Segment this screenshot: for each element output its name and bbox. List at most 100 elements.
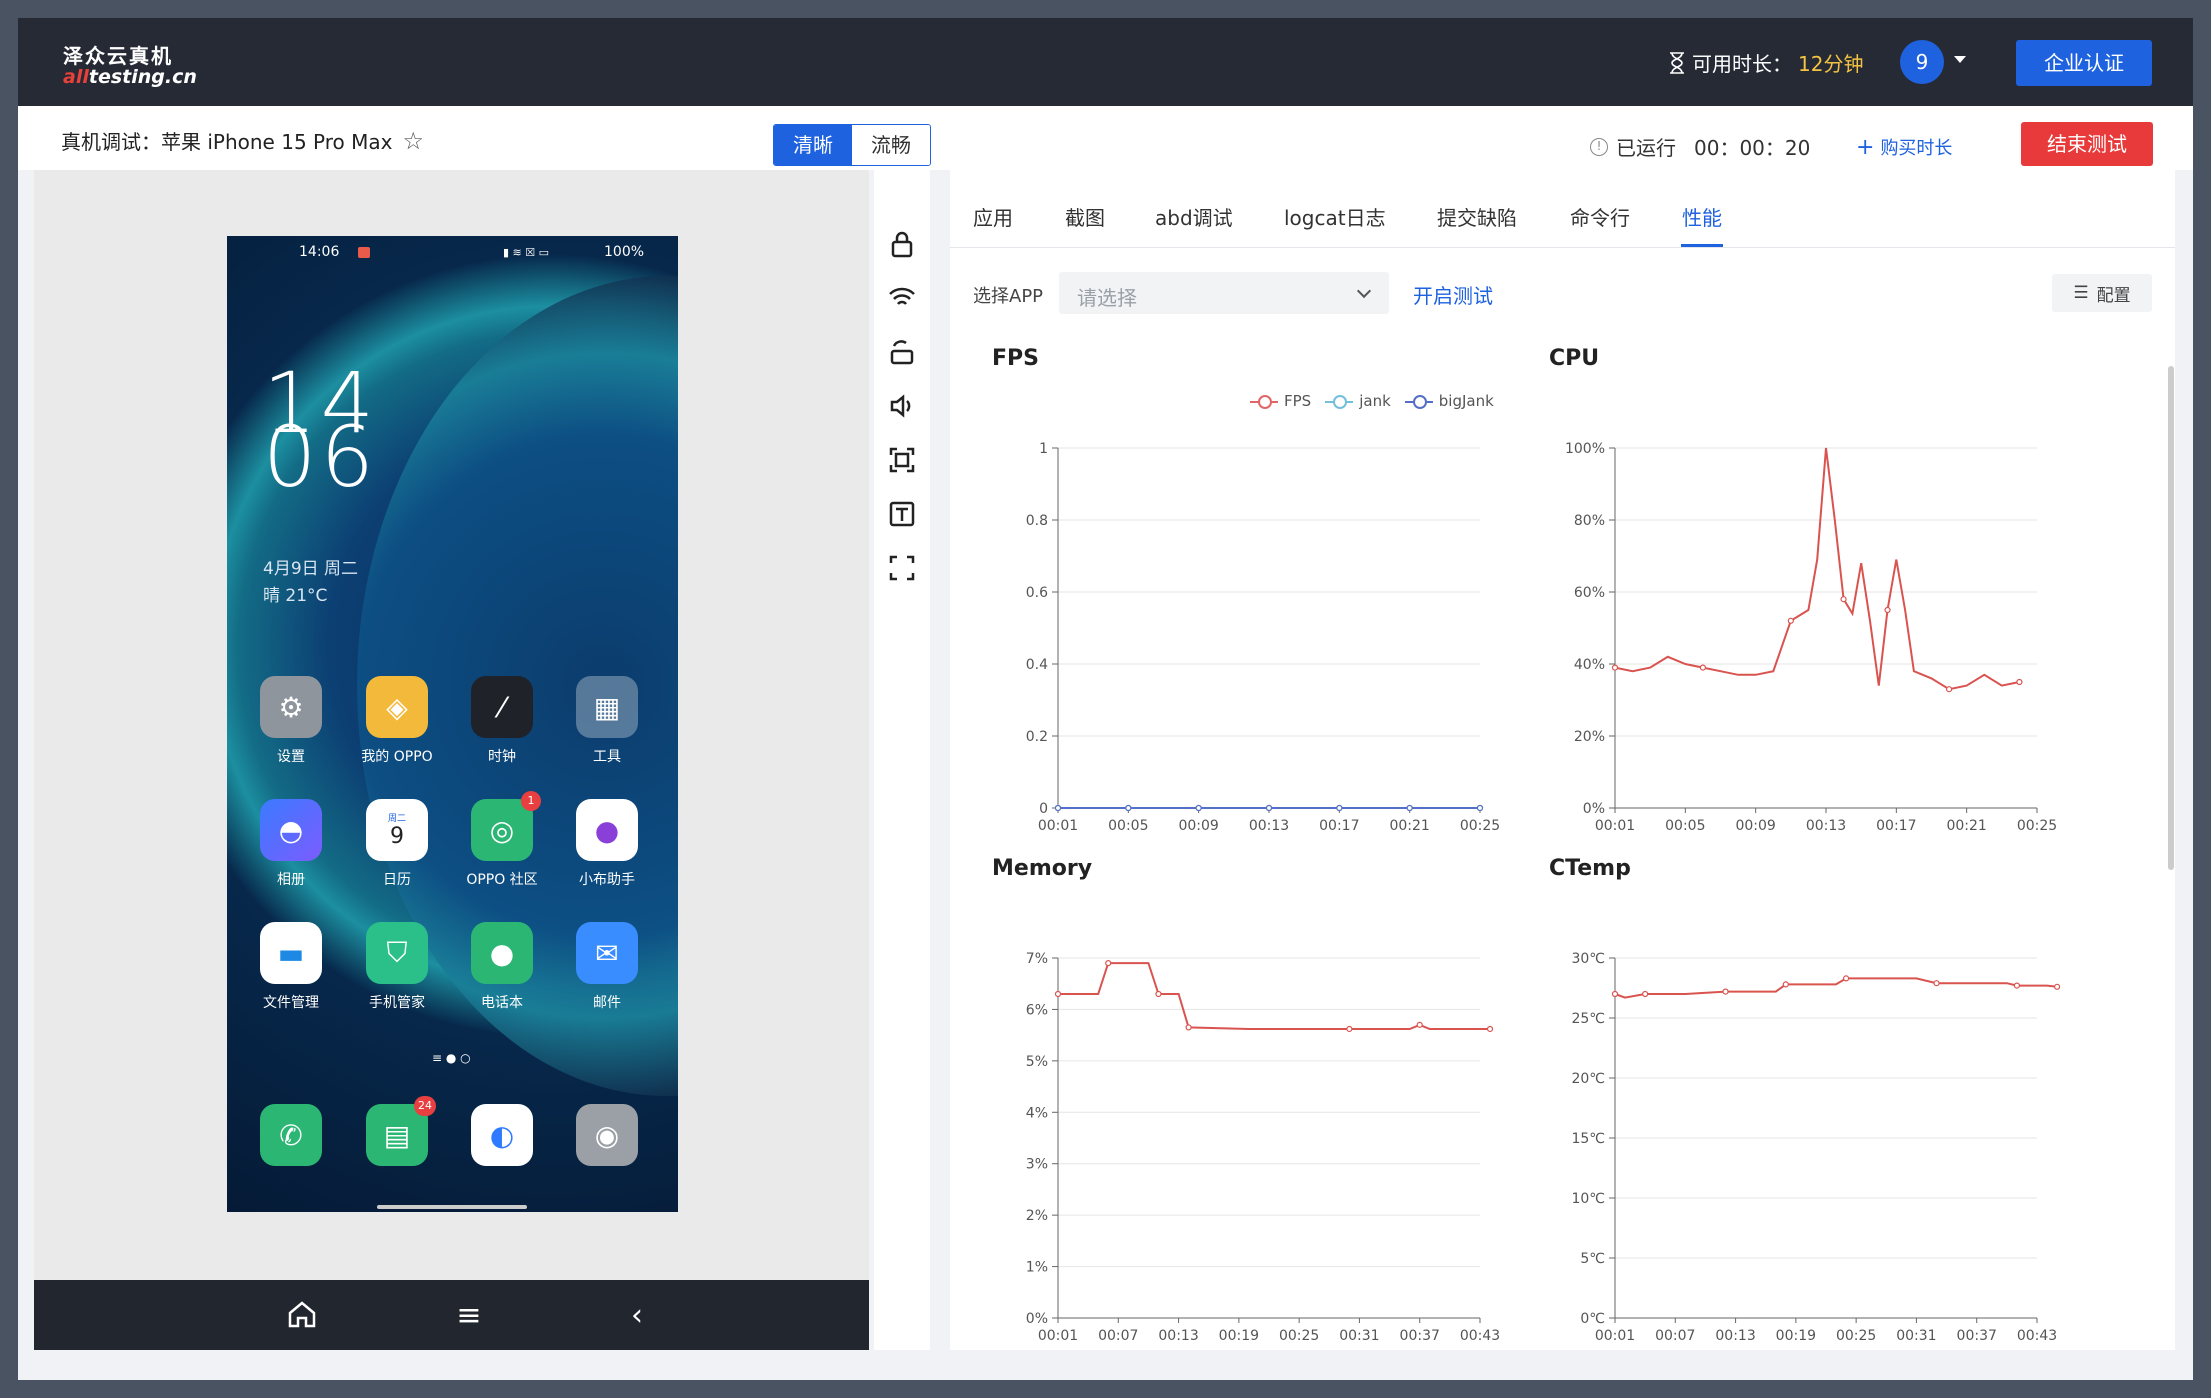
x-tick-label: 00:19 [1219, 1328, 1259, 1344]
app-clock[interactable]: ⁄ 时钟 [462, 676, 542, 766]
x-tick-label: 00:17 [1876, 818, 1916, 834]
app-contacts[interactable]: ● 电话本 [462, 922, 542, 1012]
enterprise-certify-button[interactable]: 企业认证 [2016, 40, 2152, 86]
app-select[interactable]: 请选择 [1059, 272, 1389, 314]
tab-command-line[interactable]: 命令行 [1570, 202, 1630, 231]
app-files[interactable]: ▬ 文件管理 [251, 922, 331, 1012]
x-tick-label: 00:13 [1249, 818, 1289, 834]
mail-icon: ✉ [576, 922, 638, 984]
quality-clear-button[interactable]: 清晰 [774, 125, 852, 165]
app-tools[interactable]: ▦ 工具 [567, 676, 647, 766]
phone-screen[interactable]: 14:06 ▮ ≋ ☒ ▭ 100% 14 06 4月9日 周二晴 21°C ⚙… [227, 236, 678, 1212]
config-button[interactable]: ☰ 配置 [2052, 274, 2152, 312]
data-point [1842, 975, 1850, 982]
tab-abd[interactable]: abd调试 [1155, 202, 1233, 231]
scrollbar[interactable] [2168, 366, 2174, 870]
end-test-button[interactable]: 结束测试 [2021, 122, 2153, 166]
x-tick-label: 00:37 [1957, 1328, 1997, 1344]
app-window: 泽众云真机 alltesting.cn 可用时长： 12分钟 9 企业认证 真机调… [18, 18, 2193, 1380]
start-test-link[interactable]: 开启测试 [1413, 280, 1493, 309]
app-photos[interactable]: ◓ 相册 [251, 799, 331, 889]
hourglass-icon [1670, 51, 1684, 74]
screenshot-icon[interactable] [884, 442, 920, 478]
y-tick-label: 1% [1026, 1260, 1048, 1276]
app-settings[interactable]: ⚙ 设置 [251, 676, 331, 766]
shield-icon: ⛉ [366, 922, 428, 984]
assistant-icon: ● [576, 799, 638, 861]
volume-icon[interactable] [884, 388, 920, 424]
buy-time-link[interactable]: + 购买时长 [1856, 134, 1952, 160]
x-tick-label: 00:05 [1665, 818, 1705, 834]
legend-item-fps[interactable]: FPS [1250, 392, 1311, 410]
phone-panel: 14:06 ▮ ≋ ☒ ▭ 100% 14 06 4月9日 周二晴 21°C ⚙… [34, 170, 869, 1350]
wifi-icon[interactable] [884, 280, 920, 316]
tab-logcat[interactable]: logcat日志 [1284, 202, 1386, 231]
tab-screenshot[interactable]: 截图 [1065, 202, 1105, 231]
x-tick-label: 00:25 [2017, 818, 2057, 834]
app-community[interactable]: ◎ 1 OPPO 社区 [462, 791, 542, 889]
menu-icon[interactable]: ≡ [451, 1298, 487, 1334]
app-label: 工具 [593, 749, 621, 765]
y-tick-label: 2% [1026, 1208, 1048, 1224]
app-select-placeholder: 请选择 [1077, 286, 1137, 310]
notification-icon [358, 247, 370, 258]
gear-icon: ⚙ [260, 676, 322, 738]
data-point [1054, 990, 1062, 998]
data-point [1476, 804, 1484, 812]
weather-text: 晴 21°C [263, 586, 328, 606]
star-icon[interactable]: ☆ [402, 127, 424, 155]
active-tab-indicator [1681, 244, 1723, 247]
data-point [2016, 678, 2023, 686]
home-icon[interactable] [284, 1298, 320, 1334]
data-point [1787, 617, 1794, 624]
chevron-down-icon[interactable] [1954, 56, 1966, 63]
dock-phone[interactable]: ✆ [251, 1104, 331, 1166]
config-label: 配置 [2096, 285, 2131, 306]
data-point [1105, 960, 1112, 967]
legend-item-bigjank[interactable]: bigJank [1404, 392, 1494, 410]
app-label: 邮件 [593, 995, 621, 1011]
plus-icon: + [1856, 135, 1875, 160]
y-tick-label: 80% [1574, 513, 1605, 529]
battery-percent: 100% [604, 244, 645, 260]
home-indicator [377, 1205, 527, 1209]
legend-label: bigJank [1438, 392, 1494, 410]
x-tick-label: 00:01 [1595, 818, 1635, 834]
y-tick-label: 0.4 [1026, 657, 1048, 673]
clock-minute: 06 [263, 408, 378, 506]
x-tick-label: 00:01 [1595, 1328, 1635, 1344]
tab-submit-defect[interactable]: 提交缺陷 [1437, 202, 1517, 231]
app-assistant[interactable]: ● 小布助手 [567, 799, 647, 889]
data-point [1840, 596, 1847, 603]
legend-item-jank[interactable]: jank [1325, 392, 1391, 410]
dock-messages[interactable]: ▤ 24 [357, 1096, 437, 1166]
ctemp-chart: 0℃ 5℃ 10℃ 15℃ 20℃ 25℃ 30℃ 00:01 00:07 00:13 00:19 0… [1571, 951, 2061, 1344]
x-tick-label: 00:13 [1158, 1328, 1198, 1344]
user-avatar[interactable]: 9 [1900, 40, 1944, 84]
rotate-icon[interactable] [884, 334, 920, 370]
app-phone-manager[interactable]: ⛉ 手机管家 [357, 922, 437, 1012]
quality-smooth-button[interactable]: 流畅 [852, 125, 930, 165]
y-tick-label: 0.2 [1026, 729, 1048, 745]
fullscreen-icon[interactable] [884, 550, 920, 586]
dock-camera[interactable]: ◉ [567, 1104, 647, 1166]
logo-domain-rest: testing.cn [88, 66, 197, 88]
select-app-label: 选择APP [973, 286, 1044, 307]
date-text: 4月9日 周二 [263, 559, 359, 579]
camera-icon: ◉ [576, 1104, 638, 1166]
y-tick-label: 0℃ [1580, 1311, 1605, 1327]
lock-icon[interactable] [884, 226, 920, 262]
tab-performance[interactable]: 性能 [1682, 202, 1722, 231]
x-tick-label: 00:13 [1806, 818, 1846, 834]
app-my-oppo[interactable]: ◈ 我的 OPPO [357, 676, 437, 766]
app-mail[interactable]: ✉ 邮件 [567, 922, 647, 1012]
tab-apps[interactable]: 应用 [973, 202, 1013, 231]
app-label: 我的 OPPO [361, 749, 433, 765]
tools-folder-icon: ▦ [576, 676, 638, 738]
back-icon[interactable]: ‹ [619, 1298, 655, 1334]
text-input-icon[interactable] [884, 496, 920, 532]
x-tick-label: 00:25 [1836, 1328, 1876, 1344]
data-point [1195, 804, 1202, 812]
dock-browser[interactable]: ◐ [462, 1104, 542, 1166]
app-calendar[interactable]: 周二 9 日历 [357, 799, 437, 889]
